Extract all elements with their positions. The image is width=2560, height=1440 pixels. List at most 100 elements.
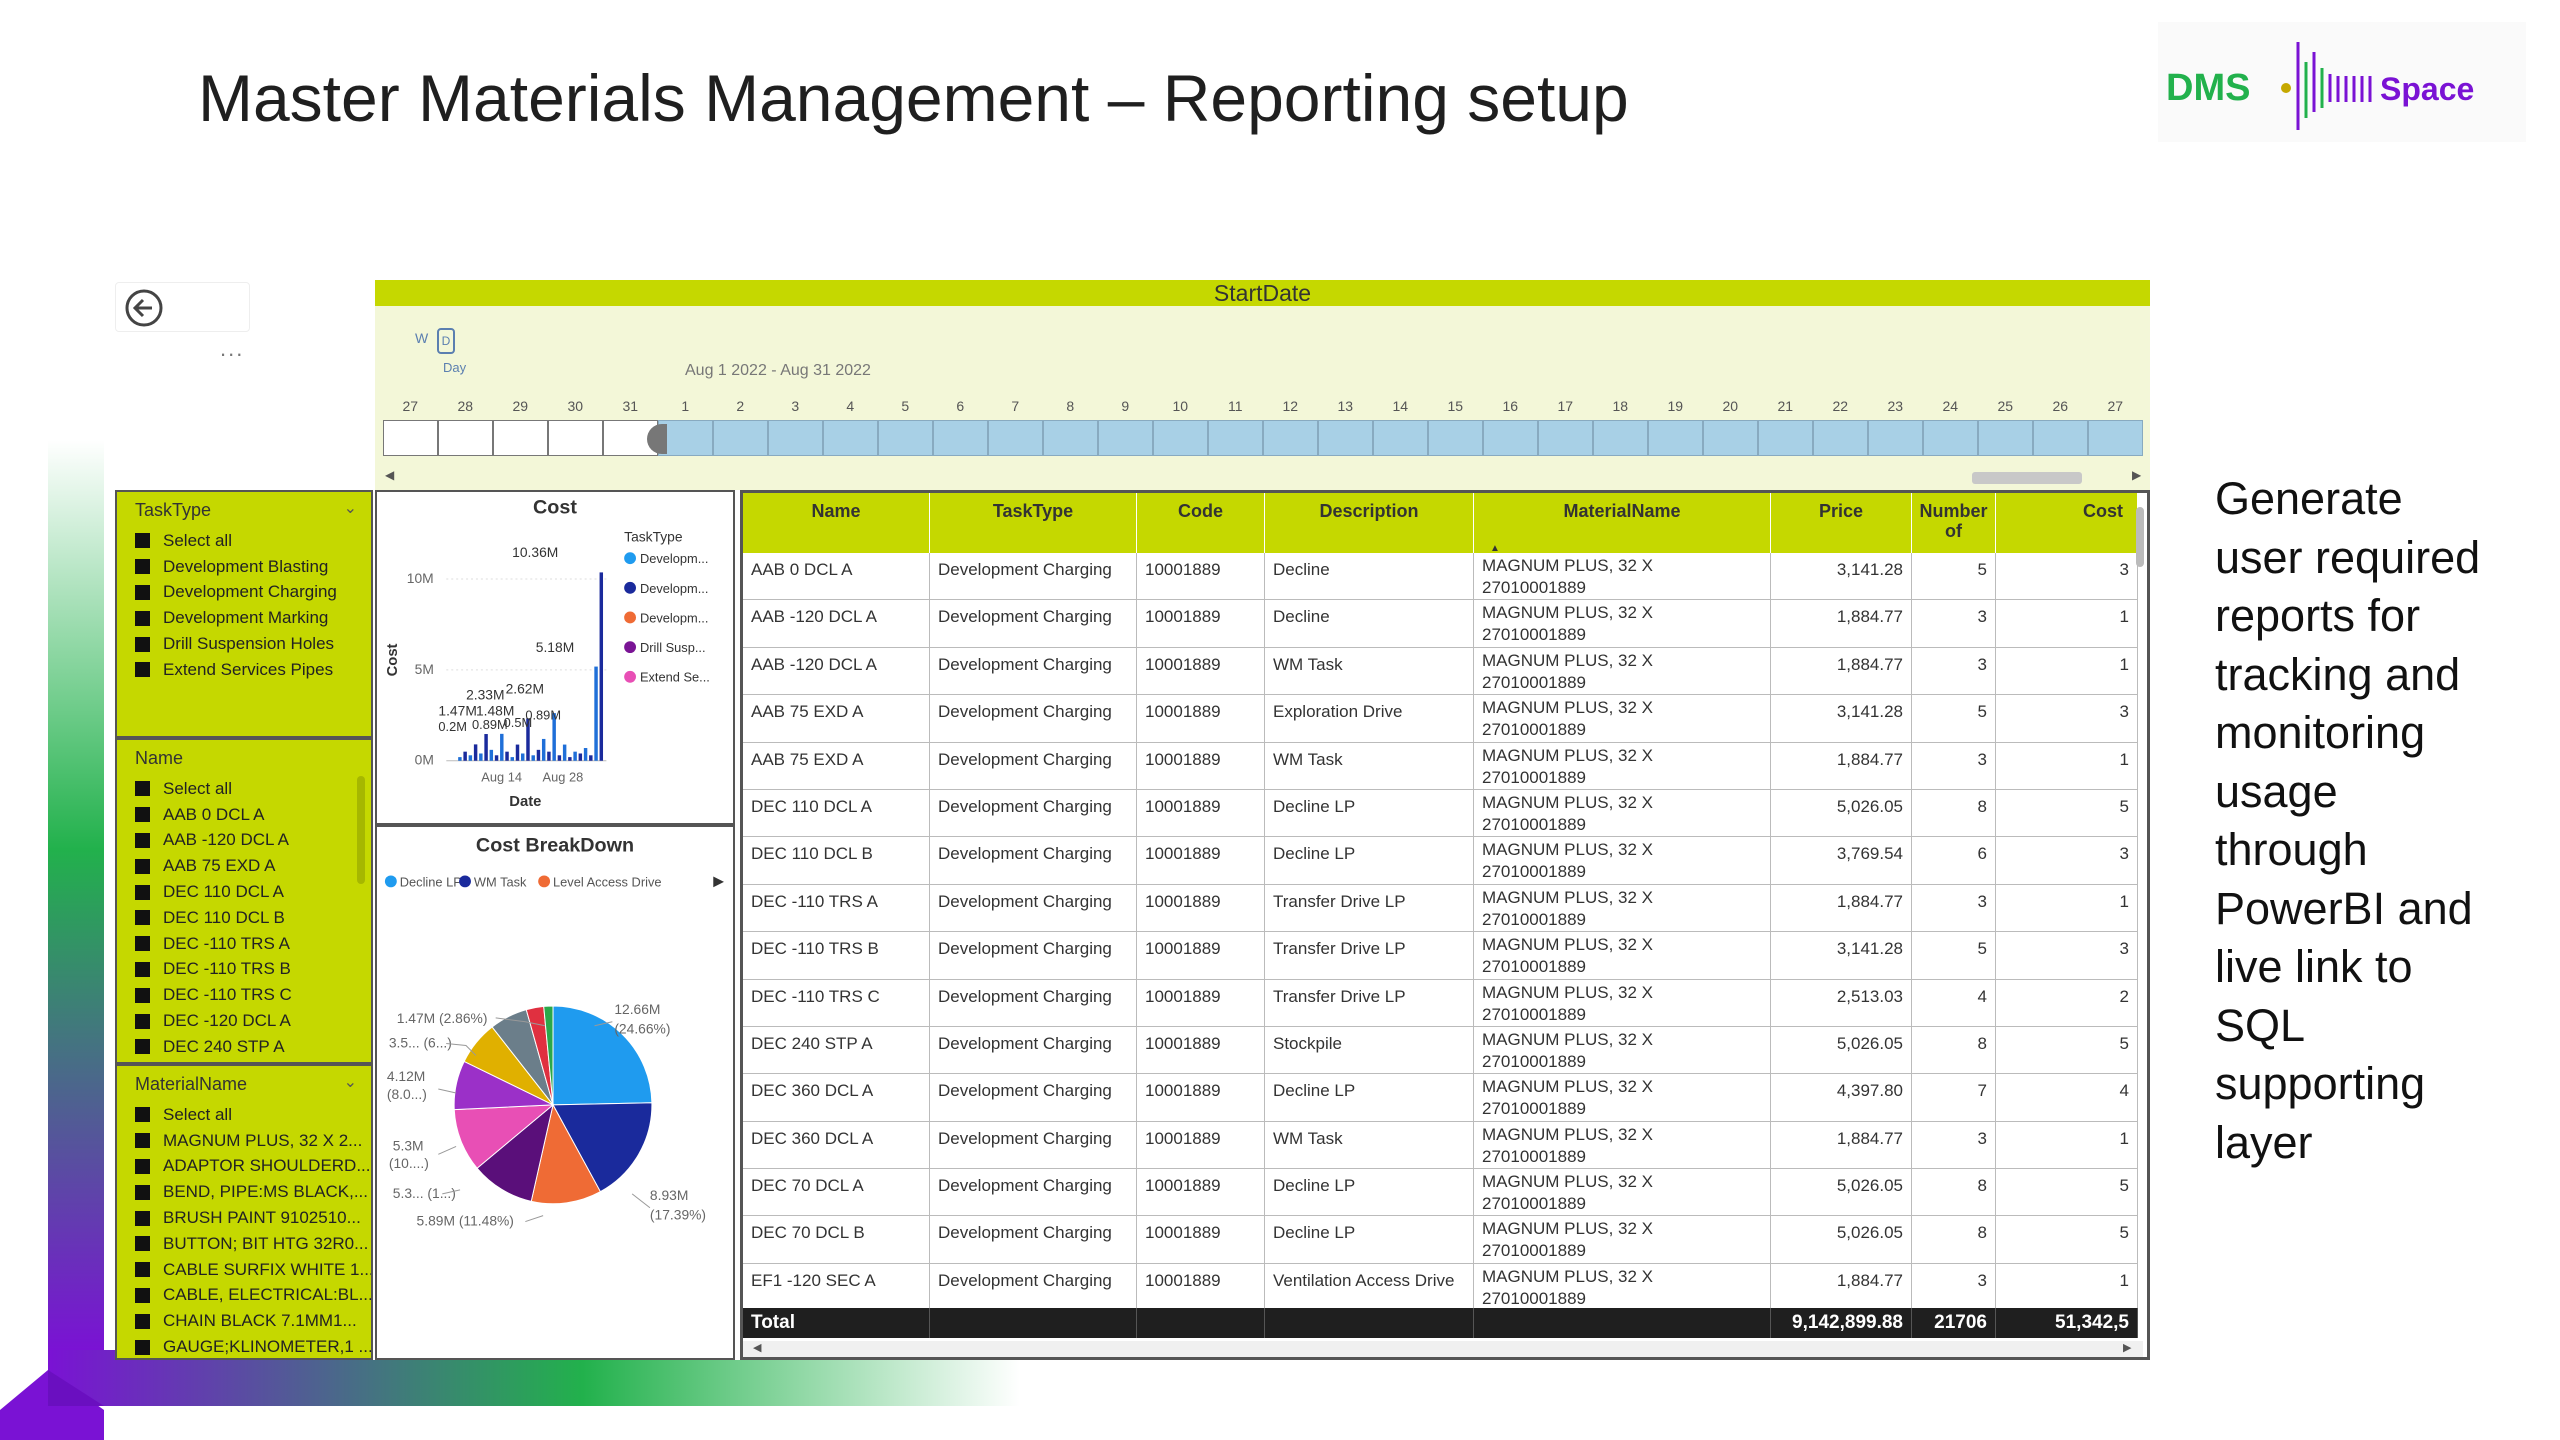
timeline-day-cell[interactable] <box>1648 420 1703 456</box>
slicer-item[interactable]: Extend Services Pipes <box>135 657 337 683</box>
checkbox[interactable] <box>135 858 150 874</box>
slicer-item[interactable]: DEC -110 TRS A <box>135 931 292 957</box>
slicer-item[interactable]: Development Charging <box>135 580 337 606</box>
checkbox[interactable] <box>135 1158 150 1174</box>
checkbox[interactable] <box>135 807 150 823</box>
slicer-item[interactable]: Select all <box>135 528 337 554</box>
timeline-day-cell[interactable] <box>768 420 823 456</box>
slicer-item[interactable]: CABLE SURFIX WHITE 1... <box>135 1257 371 1283</box>
timeline-day-cell[interactable] <box>1538 420 1593 456</box>
materials-table[interactable]: Name TaskType Code Description MaterialName P… <box>740 490 2150 1360</box>
slicer-item[interactable]: CABLE, ELECTRICAL:BL... <box>135 1283 371 1309</box>
table-row[interactable]: DEC 70 DCL B Development Charging 10001889… <box>743 1216 2138 1264</box>
name-slicer[interactable]: Name Select all AAB 0 DCL A AAB -120 DCL A… <box>115 738 373 1064</box>
timeline-day-cell[interactable] <box>1428 420 1483 456</box>
checkbox[interactable] <box>135 1039 150 1055</box>
timeline-day-cell[interactable] <box>1868 420 1923 456</box>
slicer-item[interactable]: AAB -120 DCL A <box>135 828 292 854</box>
cost-chart[interactable]: Cost TaskType Developm... Developm... Deve… <box>375 490 735 825</box>
table-scrollbar[interactable] <box>2136 507 2144 567</box>
checkbox[interactable] <box>135 1287 150 1303</box>
checkbox[interactable] <box>135 636 150 652</box>
timeline-day-cell[interactable] <box>878 420 933 456</box>
column-header[interactable]: TaskType <box>930 493 1137 553</box>
cost-breakdown-chart[interactable]: Cost BreakDown Decline LP WM Task Level Ac… <box>375 825 735 1360</box>
slicer-item[interactable]: Development Marking <box>135 605 337 631</box>
timeline-day-cell[interactable] <box>493 420 548 456</box>
timeline-day-cell[interactable] <box>1098 420 1153 456</box>
granularity-week[interactable]: W <box>415 330 428 346</box>
table-row[interactable]: AAB -120 DCL A Development Charging 100018… <box>743 600 2138 648</box>
checkbox[interactable] <box>135 610 150 626</box>
table-row[interactable]: DEC -110 TRS C Development Charging 100018… <box>743 979 2138 1027</box>
checkbox[interactable] <box>135 884 150 900</box>
checkbox[interactable] <box>135 910 150 926</box>
slicer-item[interactable]: ADAPTOR SHOULDERD... <box>135 1154 371 1180</box>
table-row[interactable]: DEC -110 TRS B Development Charging 100018… <box>743 932 2138 980</box>
column-header[interactable]: Number of <box>1912 493 1996 553</box>
slicer-item[interactable]: Select all <box>135 1102 371 1128</box>
checkbox[interactable] <box>135 559 150 575</box>
granularity-day-selector[interactable]: D <box>437 328 455 354</box>
checkbox[interactable] <box>135 1133 150 1149</box>
column-header[interactable]: Price <box>1771 493 1912 553</box>
checkbox[interactable] <box>135 1236 150 1252</box>
checkbox[interactable] <box>135 961 150 977</box>
chevron-down-icon[interactable]: ⌄ <box>344 498 357 518</box>
checkbox[interactable] <box>135 533 150 549</box>
checkbox[interactable] <box>135 1262 150 1278</box>
timeline-day-cell[interactable] <box>438 420 493 456</box>
slicer-item[interactable]: AAB 75 EXD A <box>135 853 292 879</box>
timeline-scroll-thumb[interactable] <box>1972 472 2082 484</box>
slicer-item[interactable]: DEC 110 DCL B <box>135 905 292 931</box>
chevron-down-icon[interactable]: ⌄ <box>344 1072 357 1092</box>
table-row[interactable]: AAB -120 DCL A Development Charging 100018… <box>743 647 2138 696</box>
timeline-day-cell[interactable] <box>1043 420 1098 456</box>
table-row[interactable]: EF1 -120 SEC A Development Charging 100018… <box>743 1263 2138 1312</box>
scroll-left-icon[interactable]: ◀ <box>753 1341 761 1354</box>
scroll-left-icon[interactable]: ◀ <box>385 468 394 482</box>
slicer-item[interactable]: DEC -110 TRS C <box>135 982 292 1008</box>
timeline-scrollbar[interactable]: ◀ ▶ <box>375 468 2150 486</box>
slicer-item[interactable]: CHAIN BLACK 7.1MM1... <box>135 1308 371 1334</box>
slicer-item[interactable]: Drill Suspension Holes <box>135 631 337 657</box>
scroll-right-icon[interactable]: ▶ <box>2132 468 2141 482</box>
checkbox[interactable] <box>135 1107 150 1123</box>
timeline-day-cell[interactable] <box>1373 420 1428 456</box>
checkbox[interactable] <box>135 1013 150 1029</box>
slicer-item[interactable]: MAGNUM PLUS, 32 X 2... <box>135 1128 371 1154</box>
table-row[interactable]: AAB 0 DCL A Development Charging 10001889 D… <box>743 553 2138 601</box>
table-row[interactable]: DEC -110 TRS A Development Charging 100018… <box>743 884 2138 933</box>
startdate-timeline[interactable]: StartDate W D Day Aug 1 2022 - Aug 31 20… <box>375 280 2150 490</box>
timeline-day-cell[interactable] <box>1813 420 1868 456</box>
timeline-day-cell[interactable] <box>548 420 603 456</box>
timeline-day-cell[interactable] <box>383 420 438 456</box>
timeline-day-cell[interactable] <box>1208 420 1263 456</box>
table-row[interactable]: DEC 110 DCL A Development Charging 1000188… <box>743 789 2138 838</box>
checkbox[interactable] <box>135 584 150 600</box>
slicer-item[interactable]: AAB 0 DCL A <box>135 802 292 828</box>
timeline-day-cell[interactable] <box>988 420 1043 456</box>
back-button[interactable] <box>115 282 250 332</box>
timeline-day-cell[interactable] <box>1703 420 1758 456</box>
more-options-icon[interactable]: ... <box>220 336 244 362</box>
checkbox[interactable] <box>135 987 150 1003</box>
slicer-item[interactable]: DEC 110 DCL A <box>135 879 292 905</box>
timeline-day-cell[interactable] <box>1593 420 1648 456</box>
timeline-day-cell[interactable] <box>2088 420 2143 456</box>
timeline-day-cell[interactable] <box>933 420 988 456</box>
checkbox[interactable] <box>135 662 150 678</box>
table-row[interactable]: DEC 360 DCL A Development Charging 1000188… <box>743 1121 2138 1170</box>
timeline-day-cell[interactable] <box>1978 420 2033 456</box>
table-row[interactable]: DEC 240 STP A Development Charging 1000188… <box>743 1026 2138 1075</box>
timeline-day-cell[interactable] <box>1758 420 1813 456</box>
materialname-slicer[interactable]: MaterialName ⌄ Select all MAGNUM PLUS, 32… <box>115 1064 373 1360</box>
checkbox[interactable] <box>135 936 150 952</box>
timeline-day-cell[interactable] <box>1923 420 1978 456</box>
timeline-day-cell[interactable] <box>823 420 878 456</box>
column-header[interactable]: Description <box>1265 493 1474 553</box>
slicer-item[interactable]: DEC 240 STP A <box>135 1034 292 1060</box>
table-row[interactable]: AAB 75 EXD A Development Charging 10001889… <box>743 695 2138 743</box>
table-row[interactable]: DEC 360 DCL A Development Charging 1000188… <box>743 1074 2138 1122</box>
slicer-item[interactable]: DEC -120 DCL A <box>135 1008 292 1034</box>
